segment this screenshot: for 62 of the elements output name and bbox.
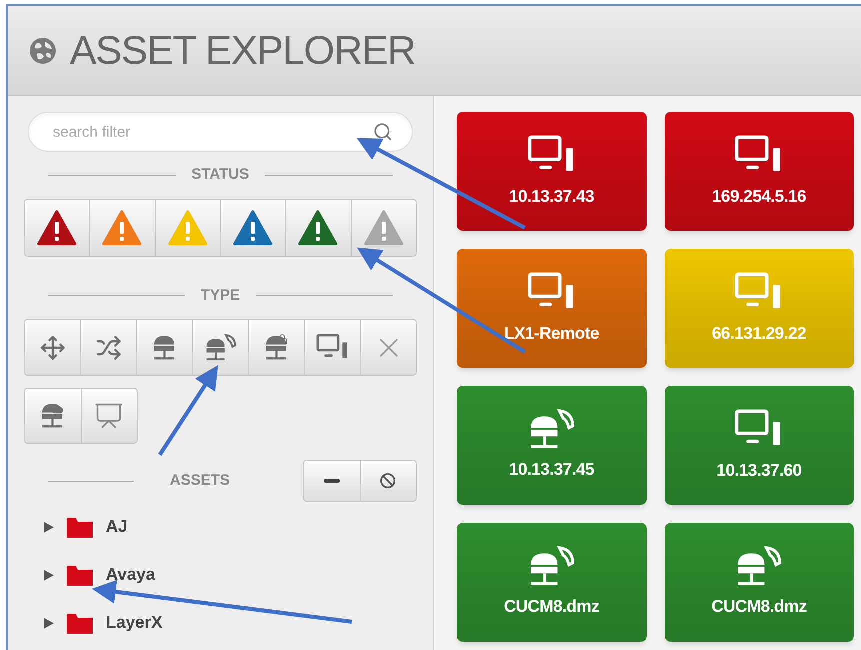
- status-filter-button[interactable]: [25, 200, 90, 256]
- type-filter-button[interactable]: [25, 320, 81, 375]
- folder-icon: [66, 515, 94, 539]
- expand-arrow-icon[interactable]: [44, 522, 54, 532]
- status-filter-button[interactable]: [352, 200, 416, 256]
- warning-icon: [168, 210, 208, 246]
- block-icon: [380, 473, 396, 489]
- search-field[interactable]: search filter: [28, 112, 413, 152]
- assets-heading: ASSETS: [170, 470, 230, 491]
- type-heading: TYPE: [200, 286, 240, 306]
- status-heading: STATUS: [192, 165, 250, 185]
- warning-icon: [102, 210, 142, 246]
- folder-icon: [66, 563, 94, 587]
- type-filter-button[interactable]: [81, 320, 137, 375]
- window-title: ASSET EXPLORER: [70, 28, 416, 74]
- tree-item[interactable]: LayerX: [44, 610, 433, 636]
- status-filter-button[interactable]: [286, 200, 352, 256]
- globe-icon: [28, 36, 58, 66]
- asset-label: CUCM8.dmz: [504, 596, 600, 618]
- tree-item[interactable]: AJ: [44, 514, 433, 540]
- tree-item[interactable]: Avaya: [44, 562, 433, 588]
- type-filter-button[interactable]: [249, 320, 305, 375]
- asset-label: 169.254.5.16: [712, 186, 806, 208]
- asset-tile[interactable]: CUCM8.dmz: [664, 523, 854, 642]
- type-filter-button[interactable]: [305, 320, 361, 375]
- warning-icon: [298, 210, 338, 246]
- asset-tile[interactable]: 10.13.37.45: [457, 386, 646, 505]
- asset-tile[interactable]: LX1-Remote: [457, 249, 646, 368]
- presentation-icon: [94, 401, 124, 431]
- asset-tile[interactable]: CUCM8.dmz: [457, 523, 646, 642]
- asset-label: 10.13.37.43: [509, 186, 594, 208]
- expand-arrow-icon[interactable]: [44, 618, 54, 628]
- warning-icon: [364, 210, 404, 246]
- search-icon[interactable]: [373, 122, 393, 142]
- shuffle-icon: [96, 334, 122, 360]
- clear-button[interactable]: [360, 461, 416, 501]
- type-filter-button[interactable]: [193, 320, 249, 375]
- type-filter-button[interactable]: [82, 389, 137, 443]
- asset-tile[interactable]: 169.254.5.16: [664, 112, 854, 231]
- asset-label: CUCM8.dmz: [712, 596, 807, 618]
- type-filter-button[interactable]: [137, 320, 193, 375]
- warning-icon: [233, 210, 274, 246]
- folder-name: Avaya: [106, 564, 156, 586]
- minus-icon: [324, 479, 340, 483]
- asset-label: LX1-Remote: [504, 323, 600, 345]
- asset-label: 10.13.37.45: [509, 458, 594, 481]
- asset-tile[interactable]: 10.13.37.60: [664, 386, 854, 505]
- folder-name: LayerX: [106, 612, 163, 634]
- asset-label: 10.13.37.60: [716, 460, 802, 482]
- server-icon: [153, 334, 176, 362]
- folder-name: AJ: [106, 516, 128, 538]
- cloud-server-icon: [41, 402, 64, 430]
- server-lock-icon: [265, 334, 288, 362]
- move-arrows-icon: [40, 334, 66, 360]
- status-filter-button[interactable]: [220, 200, 286, 256]
- folder-icon: [66, 611, 94, 635]
- collapse-button[interactable]: [304, 461, 360, 501]
- asset-tile[interactable]: 10.13.37.43: [457, 112, 646, 231]
- asset-label: 66.131.29.22: [712, 323, 806, 345]
- type-filter-button[interactable]: [25, 389, 82, 443]
- expand-arrow-icon[interactable]: [44, 570, 54, 580]
- warning-icon: [37, 210, 78, 246]
